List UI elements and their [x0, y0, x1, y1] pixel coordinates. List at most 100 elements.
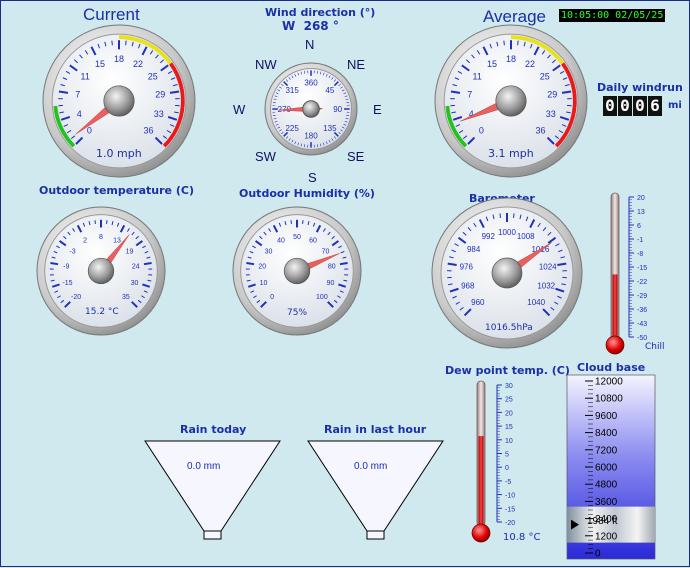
compass-tick-label: 135 — [323, 124, 337, 133]
thermometer-tick-label: 0 — [505, 465, 509, 472]
gauge-minor-tick — [504, 41, 505, 46]
gauge-tick-label: 1008 — [517, 232, 535, 241]
gauge-tick-label: 1032 — [537, 282, 555, 291]
current-speed-readout: 1.0 mph — [96, 147, 142, 160]
cloud-base-tick-label: 3600 — [595, 497, 618, 508]
gauge-tick-label: 22 — [133, 59, 143, 69]
compass-hub — [303, 101, 320, 118]
gauge-tick-label: 968 — [461, 282, 475, 291]
compass-tick-label: 90 — [333, 105, 342, 114]
gauge-major-tick — [246, 263, 254, 264]
gauge-minor-tick — [514, 213, 515, 217]
rain-funnel-cone — [145, 441, 280, 531]
gauge-tick-label: 976 — [460, 263, 474, 272]
gauge-tick-label: -15 — [62, 280, 72, 287]
thermometer-tick-label: 10 — [505, 438, 513, 445]
cloud-base-tick-label: 6000 — [595, 463, 618, 474]
gauge-tick-label: 1000 — [498, 228, 516, 237]
gauge-major-tick — [340, 263, 348, 264]
gauge-tick-label: 13 — [113, 238, 121, 245]
gauge-tick-label: 25 — [148, 71, 158, 81]
gauge-major-tick — [50, 263, 58, 264]
cloud-base-tick-label: 0 — [595, 549, 601, 560]
gauges-layer: 0471115182225293336 0471115182225293336 … — [1, 1, 690, 568]
chill-thermometer: 20136-1-8-15-22-29-36-43-50 — [606, 193, 647, 354]
humidity-readout: 75% — [287, 308, 307, 318]
gauge-tick-label: 984 — [467, 245, 481, 254]
thermometer-tick-label: -29 — [637, 293, 647, 300]
gauge-tick-label: 36 — [144, 126, 154, 136]
gauge-major-tick — [144, 263, 152, 264]
cloud-base-tick-label: 10800 — [595, 394, 623, 405]
rain-hour-value: 0.0 mm — [354, 461, 387, 472]
chill-label: Chill — [645, 342, 665, 352]
gauge-tick-label: 35 — [122, 294, 130, 301]
gauge-tick-label: 40 — [277, 238, 285, 245]
thermometer-tick-label: -1 — [637, 237, 643, 244]
thermometer-bulb — [606, 336, 624, 354]
gauge-tick-label: -20 — [71, 294, 81, 301]
gauge-tick-label: 29 — [155, 89, 165, 99]
gauge-hub — [104, 86, 134, 116]
thermometer-tick-label: -20 — [505, 520, 515, 527]
cloud-base-tick-label: 12000 — [595, 377, 623, 388]
thermometer-tick-label: 5 — [505, 452, 509, 459]
average-speed-readout: 3.1 mph — [488, 147, 534, 160]
gauge-tick-label: 33 — [154, 109, 164, 119]
cloud-base-value: 1984 ft — [587, 516, 618, 527]
wind-direction-compass: 3604590135180225270315 — [265, 63, 357, 155]
gauge-tick-label: 60 — [309, 238, 317, 245]
gauge-tick-label: 15 — [487, 59, 497, 69]
gauge-tick-label: 7 — [75, 89, 80, 99]
gauge-tick-label: 18 — [506, 54, 516, 64]
gauge-tick-label: 70 — [322, 248, 330, 255]
gauge-hub — [492, 258, 522, 288]
thermometer-tick-label: 30 — [505, 383, 513, 390]
gauge-tick-label: 11 — [81, 71, 90, 81]
gauge-tick-label: 90 — [327, 280, 335, 287]
thermometer-tick-label: -36 — [637, 307, 647, 314]
gauge-minor-tick — [112, 41, 113, 46]
compass-tick-label: 180 — [304, 132, 318, 141]
gauge-major-tick — [557, 264, 566, 265]
gauge-tick-label: 19 — [126, 248, 134, 255]
gauge-major-tick — [451, 91, 460, 92]
gauge-tick-label: 1024 — [539, 263, 557, 272]
dewpoint-thermometer: 302520151050-5-10-15-20 — [472, 381, 515, 542]
gauge-tick-label: 24 — [132, 263, 140, 270]
gauge-tick-label: 50 — [293, 234, 301, 241]
cloud-base-tick-label: 8400 — [595, 428, 618, 439]
gauge-tick-label: 100 — [316, 294, 328, 301]
cloud-base-meter: 1200010800960084007200600048003600240012… — [567, 375, 655, 560]
barometer-readout: 1016.5hPa — [485, 323, 533, 333]
gauge-major-tick — [448, 264, 457, 265]
gauge-tick-label: 7 — [467, 89, 472, 99]
rain-funnels — [145, 441, 443, 539]
gauge-tick-label: 80 — [328, 263, 336, 270]
gauge-minor-tick — [518, 41, 519, 46]
rain-today-value: 0.0 mm — [187, 461, 220, 472]
gauge-tick-label: 992 — [482, 232, 496, 241]
thermometer-tick-label: -50 — [637, 335, 647, 342]
thermometer-tick-label: -10 — [505, 493, 515, 500]
rain-funnel-spout — [204, 531, 221, 539]
gauge-major-tick — [562, 91, 571, 92]
gauge-tick-label: 36 — [536, 126, 546, 136]
cloud-base-tick-label: 4800 — [595, 480, 618, 491]
gauge-tick-label: 18 — [114, 54, 124, 64]
thermometer-mercury — [613, 274, 618, 345]
gauge-tick-label: 960 — [471, 298, 485, 307]
gauge-minor-tick — [500, 213, 501, 217]
thermometer-tick-label: -5 — [505, 479, 511, 486]
gauge-tick-label: 0 — [479, 126, 484, 136]
thermometer-tick-label: 13 — [637, 209, 645, 216]
gauge-tick-label: 20 — [258, 263, 266, 270]
cloud-base-tick-label: 9600 — [595, 411, 618, 422]
gauge-tick-label: 11 — [473, 71, 482, 81]
compass-tick-label: 45 — [325, 86, 334, 95]
compass-tick-label: 315 — [285, 86, 299, 95]
thermometer-tick-label: 25 — [505, 397, 513, 404]
compass-tick-label: 225 — [285, 124, 299, 133]
gauge-minor-tick — [126, 41, 127, 46]
thermometer-mercury — [479, 436, 484, 530]
